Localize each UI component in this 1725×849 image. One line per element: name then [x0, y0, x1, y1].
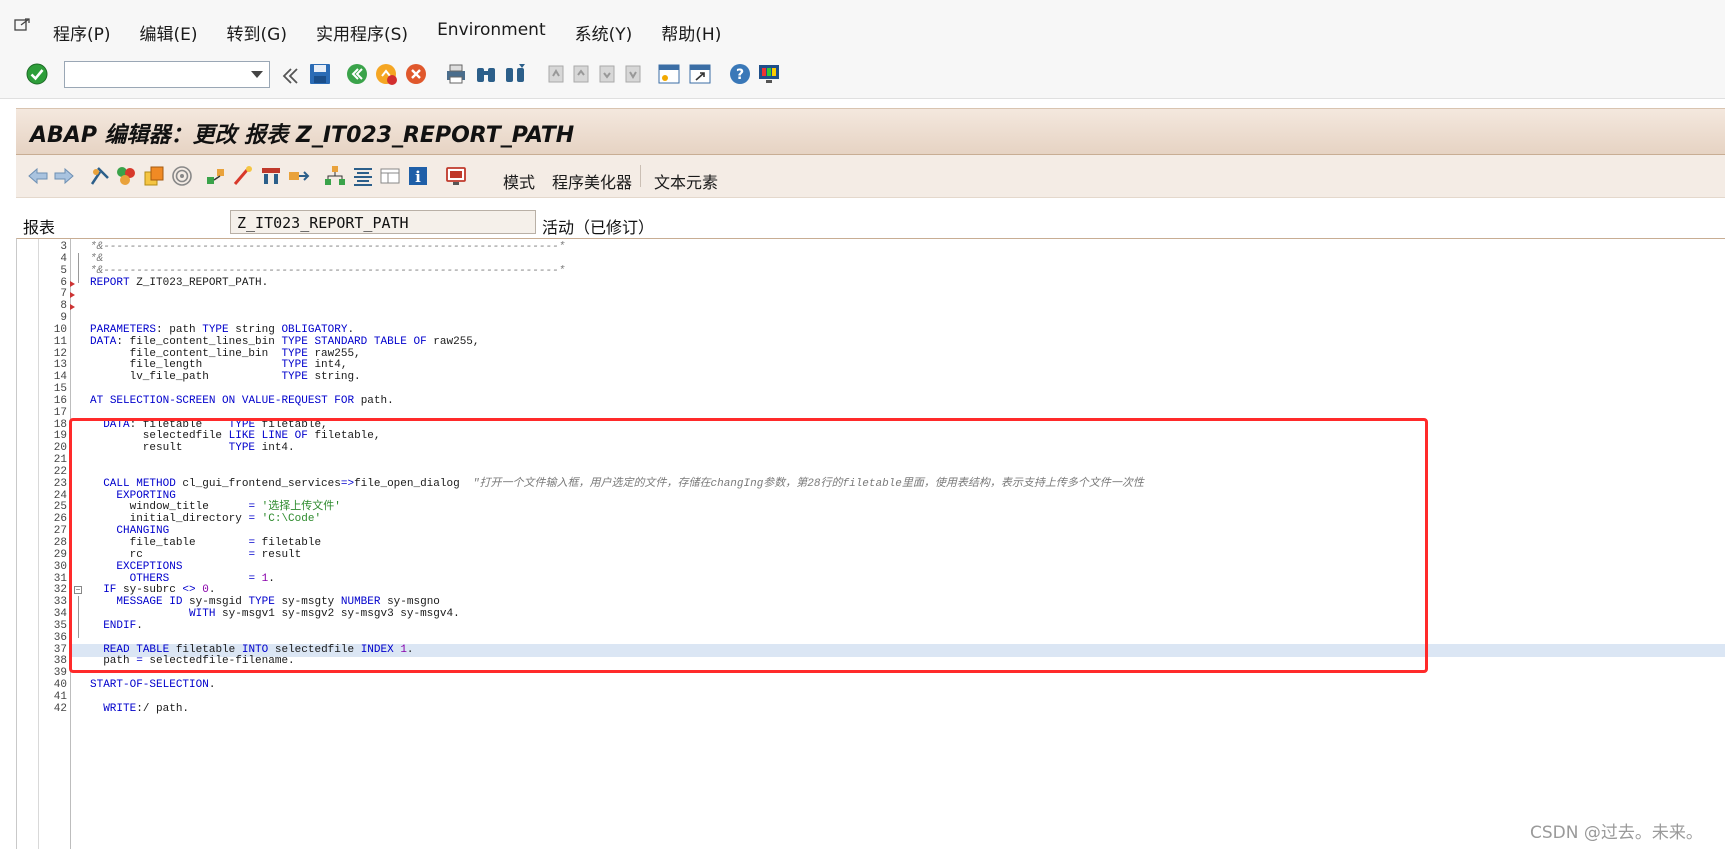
enter-check-icon[interactable] [25, 62, 49, 86]
watermark: CSDN @过去。未来。 [1530, 823, 1703, 843]
code-text: START-OF-SELECTION. [90, 679, 216, 692]
page-title: ABAP 编辑器：更改 报表 Z_IT023_REPORT_PATH [30, 123, 575, 148]
code-text: *&--------------------------------------… [90, 241, 566, 253]
menu-system[interactable]: 系统(Y) [575, 20, 633, 45]
print-icon[interactable] [444, 62, 468, 86]
save-icon[interactable] [308, 62, 332, 86]
shortcut-icon[interactable] [688, 62, 712, 86]
report-field-row: 报表 Z_IT023_REPORT_PATH 活动（已修订） [16, 208, 1725, 237]
exit-icon[interactable] [345, 62, 369, 86]
test-icon[interactable] [170, 164, 194, 188]
svg-text:?: ? [736, 67, 744, 83]
line-marker-icon [70, 304, 75, 311]
menu-goto[interactable]: 转到(G) [227, 20, 287, 45]
toolbar-divider [640, 165, 641, 187]
new-session-icon[interactable] [657, 62, 681, 86]
code-text: REPORT Z_IT023_REPORT_PATH. [90, 276, 269, 289]
menu-help[interactable]: 帮助(H) [661, 20, 721, 45]
line-marker-icon [70, 292, 75, 299]
code-text: WRITE:/ path. [103, 702, 190, 715]
highlight-annotation-box [69, 418, 1428, 673]
prev-page-icon[interactable] [569, 62, 593, 86]
object-list-icon[interactable] [259, 164, 283, 188]
code-text: AT SELECTION-SCREEN ON VALUE-REQUEST FOR… [90, 394, 394, 407]
report-label: 报表 [23, 218, 56, 237]
menu-items: 程序(P) 编辑(E) 转到(G) 实用程序(S) Environment 系统… [53, 20, 750, 45]
pattern-icon[interactable] [231, 164, 255, 188]
check-icon[interactable] [114, 164, 138, 188]
svg-text:i: i [415, 168, 421, 186]
line-number: 42 [53, 702, 67, 715]
hierarchy-icon[interactable] [323, 164, 347, 188]
menu-utilities[interactable]: 实用程序(S) [316, 20, 408, 45]
menu-environment[interactable]: Environment [437, 20, 546, 45]
command-field[interactable] [64, 61, 270, 88]
code-text: lv_file_path TYPE string. [90, 371, 361, 384]
find-next-icon[interactable] [503, 62, 527, 86]
application-toolbar: i 模式 程序美化器 文本元素 [16, 155, 1725, 198]
menu-screen-icon[interactable] [14, 18, 30, 32]
forward-arrow-icon[interactable] [52, 164, 76, 188]
pretty-printer-button[interactable]: 程序美化器 [552, 169, 632, 193]
find-icon[interactable] [474, 62, 498, 86]
help-icon[interactable]: ? [728, 62, 752, 86]
customize-layout-icon[interactable] [757, 62, 781, 86]
cancel-icon[interactable] [374, 62, 398, 86]
navigation-icon[interactable] [287, 164, 311, 188]
report-status: 活动（已修订） [542, 218, 655, 237]
mode-button[interactable]: 模式 [503, 169, 535, 193]
display-object-list-icon[interactable] [378, 164, 402, 188]
info-icon[interactable]: i [406, 164, 430, 188]
line-marker-icon [70, 280, 75, 287]
chevron-down-icon[interactable] [251, 71, 263, 78]
close-icon[interactable] [404, 62, 428, 86]
title-bar: ABAP 编辑器：更改 报表 Z_IT023_REPORT_PATH [16, 108, 1725, 155]
last-page-icon[interactable] [621, 62, 645, 86]
activate-icon[interactable] [142, 164, 166, 188]
fold-guide [78, 253, 79, 283]
text-elements-button[interactable]: 文本元素 [654, 169, 718, 193]
where-used-icon[interactable] [204, 164, 228, 188]
first-page-icon[interactable] [544, 62, 568, 86]
next-page-icon[interactable] [595, 62, 619, 86]
menu-program[interactable]: 程序(P) [53, 20, 111, 45]
menu-bar: 程序(P) 编辑(E) 转到(G) 实用程序(S) Environment 系统… [0, 0, 1725, 53]
back-icon[interactable] [278, 64, 302, 88]
menu-edit[interactable]: 编辑(E) [140, 20, 198, 45]
other-object-icon[interactable] [88, 164, 112, 188]
report-name-field[interactable]: Z_IT023_REPORT_PATH [230, 210, 536, 234]
back-arrow-icon[interactable] [26, 164, 50, 188]
help-on-icon[interactable] [444, 164, 468, 188]
pretty-printer-icon[interactable] [351, 164, 375, 188]
